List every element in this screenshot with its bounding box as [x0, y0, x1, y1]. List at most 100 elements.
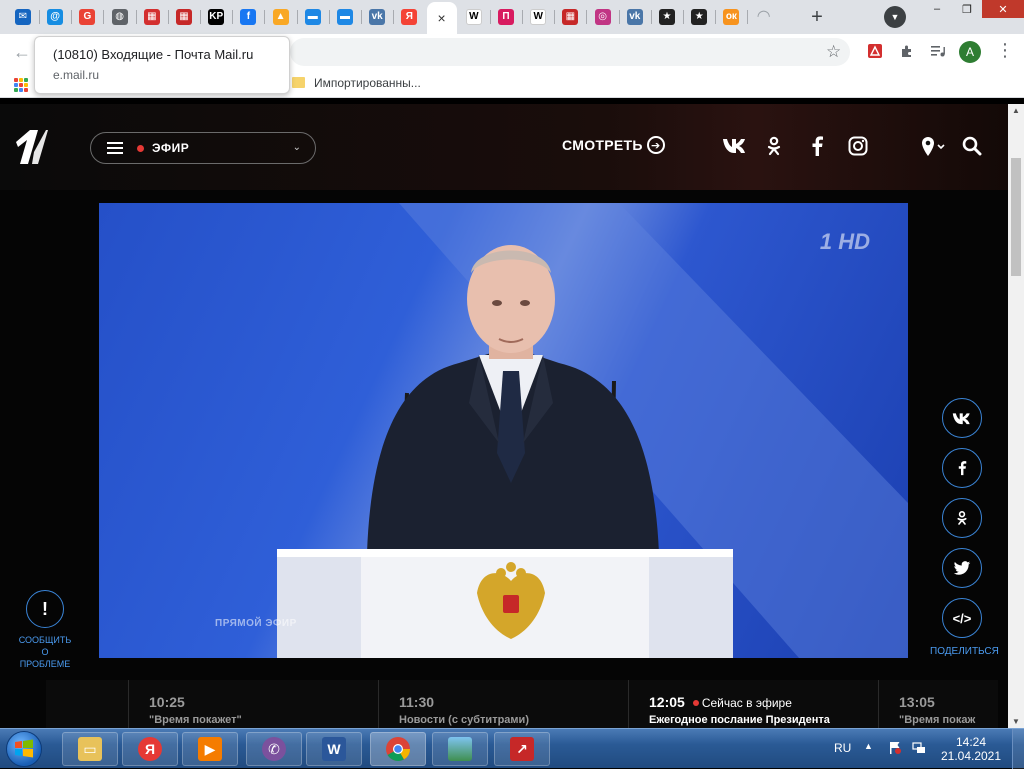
share-facebook-icon[interactable] [942, 448, 982, 488]
mail-ru-icon: @ [47, 9, 64, 25]
instagram-icon[interactable] [848, 136, 868, 161]
browser-tab[interactable]: ✉ [8, 4, 38, 30]
browser-tab[interactable]: W [523, 4, 553, 30]
taskbar-media-player[interactable]: ▶ [182, 732, 238, 766]
browser-tab[interactable]: ▦ [555, 4, 585, 30]
taskbar-word[interactable]: W [306, 732, 362, 766]
share-panel: </> ПОДЕЛИТЬСЯ [930, 398, 999, 657]
schedule-time-value: 13:05 [899, 694, 935, 710]
browser-tab[interactable]: vk [620, 4, 650, 30]
search-icon[interactable] [962, 136, 982, 161]
extensions-puzzle-icon[interactable] [898, 42, 916, 60]
taskbar-explorer[interactable]: ▭ [62, 732, 118, 766]
tooltip-url: e.mail.ru [53, 68, 100, 82]
language-indicator[interactable]: RU [834, 741, 851, 755]
tray-flag-icon[interactable] [888, 741, 902, 755]
vk-icon: vk [626, 9, 643, 25]
browser-tab[interactable]: ★ [684, 4, 714, 30]
apps-grid-icon[interactable] [14, 78, 28, 92]
facebook-icon: f [240, 9, 257, 25]
hd-label: HD [838, 229, 870, 254]
browser-tab[interactable]: f [233, 4, 263, 30]
minimize-button[interactable]: – [922, 0, 952, 18]
close-window-button[interactable]: ✕ [982, 0, 1024, 18]
browser-tab[interactable]: П [491, 4, 521, 30]
chevron-down-icon[interactable]: ⌄ [293, 142, 301, 153]
browser-tab[interactable]: ок [716, 4, 746, 30]
share-label: ПОДЕЛИТЬСЯ [930, 646, 999, 657]
taskbar-app-red[interactable]: ↗ [494, 732, 550, 766]
vk-icon[interactable] [722, 136, 748, 159]
browser-tab[interactable]: ◎ [588, 4, 618, 30]
efir-label: ЭФИР [152, 141, 190, 155]
browser-tab[interactable]: ◠ [749, 4, 779, 30]
schedule-title: "Время покажет" [149, 714, 242, 726]
chat-icon: ▬ [337, 9, 353, 25]
tray-expand-icon[interactable]: ▲ [864, 741, 873, 751]
start-button[interactable] [6, 731, 42, 767]
profile-avatar[interactable]: A [959, 41, 981, 63]
watch-label: СМОТРЕТЬ [562, 137, 643, 153]
media-queue-icon[interactable] [929, 42, 947, 60]
show-desktop-button[interactable] [1012, 729, 1024, 769]
browser-tab[interactable]: @ [40, 4, 70, 30]
schedule-item[interactable]: 13:05 "Время покаж [878, 680, 998, 728]
video-player[interactable]: 1 HD ПРЯМОЙ ЭФИР [99, 203, 908, 658]
vk-icon: vk [369, 9, 386, 25]
report-problem-button[interactable]: ! СООБЩИТЬ О ПРОБЛЕМЕ [14, 590, 76, 670]
facebook-icon[interactable] [810, 136, 824, 161]
browser-tab[interactable]: ▬ [330, 4, 360, 30]
browser-tab[interactable]: ◍ [105, 4, 135, 30]
now-on-air-label: Сейчас в эфире [701, 696, 792, 710]
live-menu-pill[interactable]: ЭФИР ⌄ [90, 132, 316, 164]
browser-tab[interactable]: KP [201, 4, 231, 30]
channel-one-logo-icon[interactable] [14, 128, 48, 166]
p-icon: П [498, 9, 514, 25]
browser-tab[interactable]: G [72, 4, 102, 30]
browser-menu-icon[interactable]: ⋮ [996, 40, 1014, 61]
hamburger-icon[interactable] [107, 142, 123, 154]
scroll-down-arrow-icon[interactable]: ▼ [1012, 717, 1020, 726]
browser-tab[interactable]: W [459, 4, 489, 30]
schedule-item[interactable]: 12:05 Сейчас в эфире Ежегодное послание Пр… [628, 680, 878, 728]
taskbar-chrome[interactable] [370, 732, 426, 766]
schedule-item[interactable]: 10:25 "Время покажет" [128, 680, 378, 728]
close-icon[interactable]: × [438, 10, 446, 26]
scroll-thumb[interactable] [1011, 158, 1021, 276]
network-icon[interactable] [912, 741, 926, 755]
play-icon: ▶ [198, 737, 222, 761]
bookmark-folder-imported[interactable]: Импортированны... [314, 76, 421, 90]
embed-code-icon[interactable]: </> [942, 598, 982, 638]
new-tab-button[interactable]: + [804, 5, 830, 29]
back-button[interactable]: ← [10, 40, 34, 64]
browser-tab[interactable]: Я [394, 4, 424, 30]
restore-button[interactable]: ❐ [952, 0, 982, 18]
tab-search-button[interactable]: ▼ [884, 6, 906, 28]
pdf-extension-icon[interactable] [866, 42, 884, 60]
page-scrollbar[interactable]: ▲ ▼ [1008, 104, 1024, 728]
share-vk-icon[interactable] [942, 398, 982, 438]
watch-button[interactable]: СМОТРЕТЬ ➔ [562, 136, 665, 154]
browser-tab[interactable]: ▦ [137, 4, 167, 30]
browser-tab[interactable]: ★ [652, 4, 682, 30]
system-clock[interactable]: 14:24 21.04.2021 [940, 735, 1002, 763]
browser-tab[interactable]: ▬ [298, 4, 328, 30]
browser-tab[interactable]: vk [362, 4, 392, 30]
chat-icon: ▬ [304, 9, 321, 25]
taskbar-image-viewer[interactable] [432, 732, 488, 766]
schedule-item[interactable]: 11:30 Новости (с субтитрами) [378, 680, 628, 728]
scroll-up-arrow-icon[interactable]: ▲ [1012, 106, 1020, 115]
browser-tab[interactable]: ▲ [266, 4, 296, 30]
address-bar[interactable] [290, 38, 850, 66]
location-pin-icon[interactable] [920, 136, 946, 163]
word-icon: W [322, 737, 346, 761]
share-odnoklassniki-icon[interactable] [942, 498, 982, 538]
share-twitter-icon[interactable] [942, 548, 982, 588]
taskbar-viber[interactable]: ✆ [246, 732, 302, 766]
taskbar-yandex-browser[interactable]: Я [122, 732, 178, 766]
active-tab[interactable]: × [426, 2, 457, 34]
odnoklassniki-icon: ок [723, 9, 740, 25]
browser-tab[interactable]: ▦ [169, 4, 199, 30]
bookmark-star-icon[interactable]: ☆ [826, 42, 841, 62]
odnoklassniki-icon[interactable] [766, 136, 782, 161]
